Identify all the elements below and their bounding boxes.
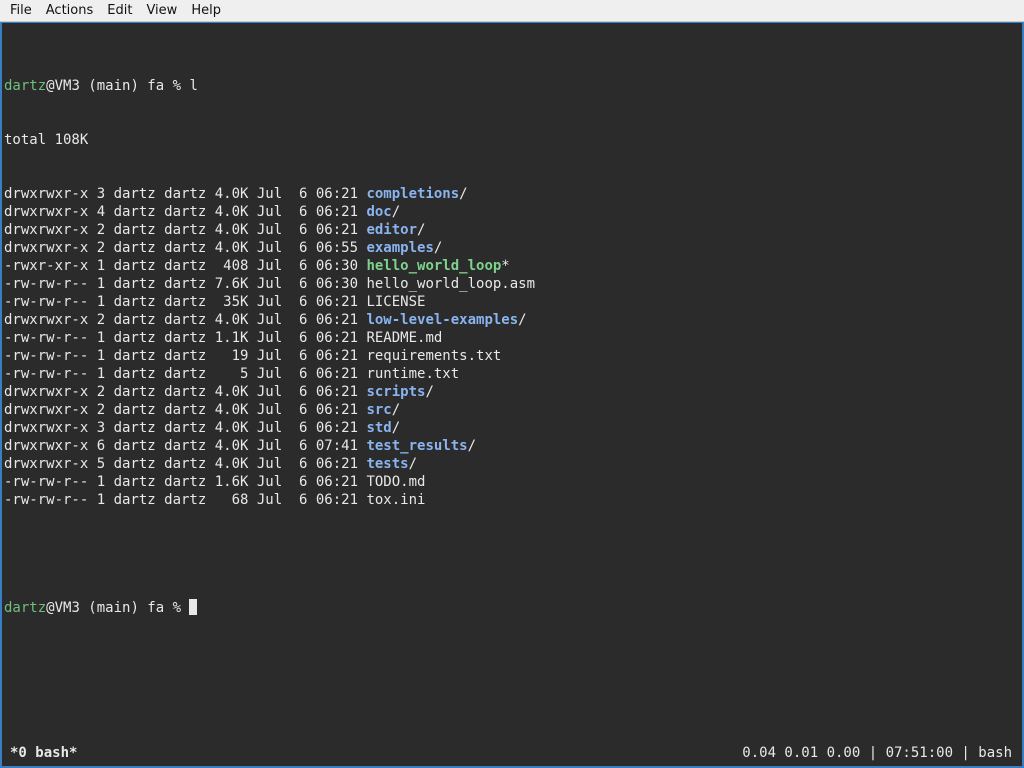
- file-name: TODO.md: [366, 474, 426, 490]
- command-text: l: [189, 78, 198, 94]
- menu-edit[interactable]: Edit: [100, 0, 139, 22]
- file-name: requirements.txt: [366, 348, 502, 364]
- file-type-suffix: /: [433, 240, 443, 256]
- listing-row: -rw-rw-r-- 1 dartz dartz 19 Jul 6 06:21 …: [4, 347, 1020, 365]
- file-name: editor: [366, 222, 418, 238]
- file-meta: drwxrwxr-x 4 dartz dartz 4.0K Jul 6 06:2…: [4, 204, 367, 220]
- file-meta: -rw-rw-r-- 1 dartz dartz 1.1K Jul 6 06:2…: [4, 330, 367, 346]
- file-name: tox.ini: [366, 492, 426, 508]
- file-meta: drwxrwxr-x 6 dartz dartz 4.0K Jul 6 07:4…: [4, 438, 367, 454]
- file-type-suffix: /: [467, 438, 477, 454]
- listing-row: -rw-rw-r-- 1 dartz dartz 68 Jul 6 06:21 …: [4, 491, 1020, 509]
- file-name: scripts: [366, 384, 426, 400]
- prompt-user: dartz: [4, 600, 47, 616]
- file-type-suffix: *: [501, 258, 510, 274]
- file-meta: drwxrwxr-x 3 dartz dartz 4.0K Jul 6 06:2…: [4, 186, 367, 202]
- listing-row: drwxrwxr-x 2 dartz dartz 4.0K Jul 6 06:2…: [4, 221, 1020, 239]
- terminal-area[interactable]: dartz@VM3 (main) fa % l total 108K drwxr…: [0, 22, 1024, 768]
- file-name: hello_world_loop: [366, 258, 502, 274]
- file-type-suffix: /: [391, 204, 401, 220]
- menu-file[interactable]: File: [0, 0, 39, 22]
- file-name: README.md: [366, 330, 443, 346]
- file-meta: drwxrwxr-x 5 dartz dartz 4.0K Jul 6 06:2…: [4, 456, 367, 472]
- listing-row: drwxrwxr-x 2 dartz dartz 4.0K Jul 6 06:2…: [4, 401, 1020, 419]
- menu-help[interactable]: Help: [184, 0, 228, 22]
- listing-row: -rw-rw-r-- 1 dartz dartz 35K Jul 6 06:21…: [4, 293, 1020, 311]
- file-meta: drwxrwxr-x 3 dartz dartz 4.0K Jul 6 06:2…: [4, 420, 367, 436]
- file-name: doc: [366, 204, 392, 220]
- menu-actions[interactable]: Actions: [39, 0, 101, 22]
- file-name: std: [366, 420, 392, 436]
- listing-row: drwxrwxr-x 2 dartz dartz 4.0K Jul 6 06:2…: [4, 311, 1020, 329]
- file-meta: drwxrwxr-x 2 dartz dartz 4.0K Jul 6 06:2…: [4, 312, 367, 328]
- file-type-suffix: /: [518, 312, 527, 328]
- listing-row: drwxrwxr-x 2 dartz dartz 4.0K Jul 6 06:2…: [4, 383, 1020, 401]
- file-name: test_results: [366, 438, 468, 454]
- terminal-screen: dartz@VM3 (main) fa % l total 108K drwxr…: [4, 41, 1020, 653]
- file-name: completions: [366, 186, 460, 202]
- listing-row: drwxrwxr-x 3 dartz dartz 4.0K Jul 6 06:2…: [4, 185, 1020, 203]
- listing-total: total 108K: [4, 132, 89, 148]
- file-type-suffix: /: [417, 222, 426, 238]
- text-cursor: [189, 599, 198, 615]
- listing-row: -rw-rw-r-- 1 dartz dartz 1.6K Jul 6 06:2…: [4, 473, 1020, 491]
- status-info: 0.04 0.01 0.00 | 07:51:00 | bash: [742, 745, 1012, 761]
- file-meta: -rw-rw-r-- 1 dartz dartz 68 Jul 6 06:21: [4, 492, 367, 508]
- file-meta: drwxrwxr-x 2 dartz dartz 4.0K Jul 6 06:2…: [4, 222, 367, 238]
- file-name: hello_world_loop.asm: [366, 276, 536, 292]
- file-meta: -rwxr-xr-x 1 dartz dartz 408 Jul 6 06:30: [4, 258, 367, 274]
- file-type-suffix: /: [459, 186, 468, 202]
- menu-bar: File Actions Edit View Help: [0, 0, 1024, 22]
- file-name: src: [366, 402, 392, 418]
- listing-row: drwxrwxr-x 5 dartz dartz 4.0K Jul 6 06:2…: [4, 455, 1020, 473]
- listing-row: drwxrwxr-x 2 dartz dartz 4.0K Jul 6 06:5…: [4, 239, 1020, 257]
- listing-row: -rw-rw-r-- 1 dartz dartz 7.6K Jul 6 06:3…: [4, 275, 1020, 293]
- file-type-suffix: /: [408, 456, 418, 472]
- prompt-rest: @VM3 (main) fa %: [46, 78, 190, 94]
- file-type-suffix: /: [391, 420, 401, 436]
- file-name: runtime.txt: [366, 366, 460, 382]
- listing-row: -rw-rw-r-- 1 dartz dartz 1.1K Jul 6 06:2…: [4, 329, 1020, 347]
- file-meta: -rw-rw-r-- 1 dartz dartz 19 Jul 6 06:21: [4, 348, 367, 364]
- prompt-rest: @VM3 (main) fa %: [46, 600, 190, 616]
- menu-view[interactable]: View: [139, 0, 184, 22]
- file-meta: drwxrwxr-x 2 dartz dartz 4.0K Jul 6 06:5…: [4, 240, 367, 256]
- file-meta: drwxrwxr-x 2 dartz dartz 4.0K Jul 6 06:2…: [4, 384, 367, 400]
- listing-row: -rw-rw-r-- 1 dartz dartz 5 Jul 6 06:21 r…: [4, 365, 1020, 383]
- listing-row: drwxrwxr-x 4 dartz dartz 4.0K Jul 6 06:2…: [4, 203, 1020, 221]
- file-name: LICENSE: [366, 294, 426, 310]
- listing-row: drwxrwxr-x 6 dartz dartz 4.0K Jul 6 07:4…: [4, 437, 1020, 455]
- tmux-status-bar: *0 bash* 0.04 0.01 0.00 | 07:51:00 | bas…: [2, 740, 1022, 766]
- file-meta: -rw-rw-r-- 1 dartz dartz 7.6K Jul 6 06:3…: [4, 276, 367, 292]
- file-type-suffix: /: [425, 384, 434, 400]
- prompt-user: dartz: [4, 78, 47, 94]
- file-name: tests: [366, 456, 409, 472]
- file-meta: -rw-rw-r-- 1 dartz dartz 5 Jul 6 06:21: [4, 366, 367, 382]
- file-meta: -rw-rw-r-- 1 dartz dartz 1.6K Jul 6 06:2…: [4, 474, 367, 490]
- prompt-line: dartz@VM3 (main) fa % l: [4, 77, 1020, 95]
- file-name: low-level-examples: [366, 312, 519, 328]
- file-type-suffix: /: [391, 402, 401, 418]
- file-meta: -rw-rw-r-- 1 dartz dartz 35K Jul 6 06:21: [4, 294, 367, 310]
- window-list[interactable]: *0 bash*: [10, 740, 77, 766]
- listing-row: -rwxr-xr-x 1 dartz dartz 408 Jul 6 06:30…: [4, 257, 1020, 275]
- file-listing: drwxrwxr-x 3 dartz dartz 4.0K Jul 6 06:2…: [4, 185, 1020, 509]
- listing-row: drwxrwxr-x 3 dartz dartz 4.0K Jul 6 06:2…: [4, 419, 1020, 437]
- file-meta: drwxrwxr-x 2 dartz dartz 4.0K Jul 6 06:2…: [4, 402, 367, 418]
- terminal-window: File Actions Edit View Help dartz@VM3 (m…: [0, 0, 1024, 768]
- active-prompt-line: dartz@VM3 (main) fa %: [4, 599, 1020, 617]
- file-name: examples: [366, 240, 434, 256]
